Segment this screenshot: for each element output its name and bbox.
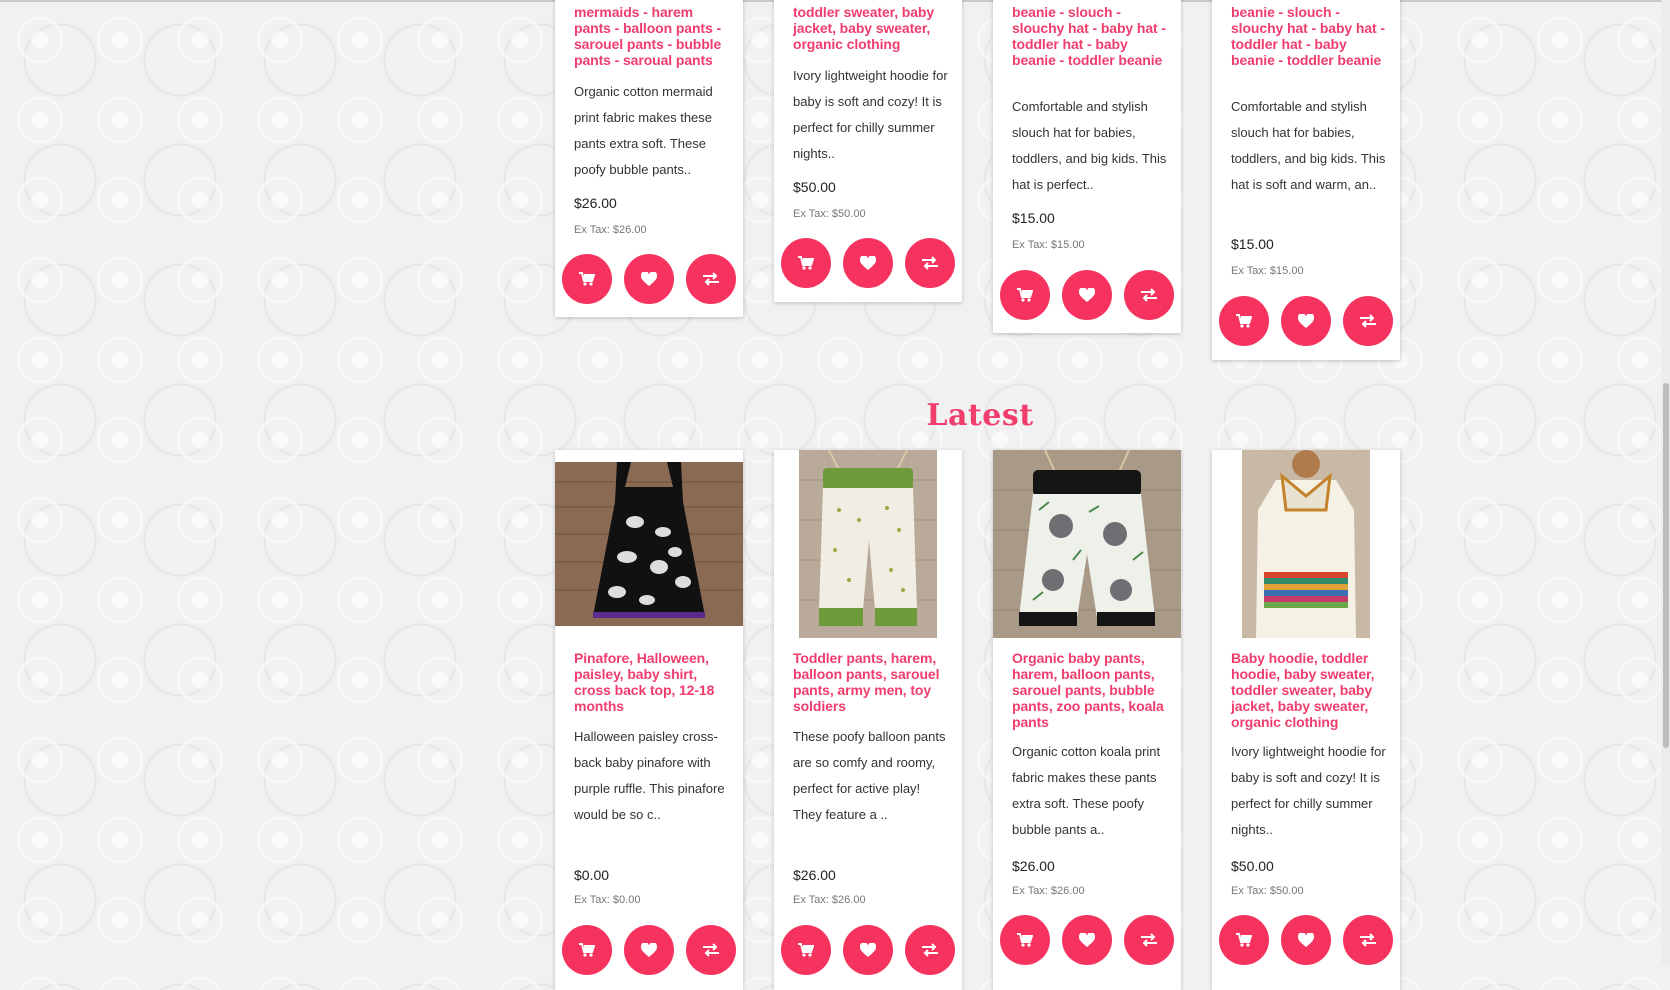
add-to-cart-button[interactable] — [1219, 296, 1269, 346]
heart-icon — [1079, 287, 1095, 302]
product-ex-tax: Ex Tax: $15.00 — [1231, 265, 1304, 277]
product-price: $15.00 — [1012, 210, 1055, 226]
compare-icon — [703, 272, 719, 286]
cart-icon — [579, 943, 595, 957]
add-to-wishlist-button[interactable] — [1281, 296, 1331, 346]
compare-icon — [1360, 314, 1376, 328]
product-name-link[interactable]: Baby hoodie, toddler hoodie, baby sweate… — [1231, 650, 1387, 730]
heart-icon — [1298, 932, 1314, 947]
compare-button[interactable] — [686, 254, 736, 304]
add-to-wishlist-button[interactable] — [624, 925, 674, 975]
product-price: $0.00 — [574, 867, 610, 883]
pinafore-photo — [555, 462, 743, 626]
product-name-link[interactable]: toddler sweater, baby jacket, baby sweat… — [793, 4, 949, 52]
product-card: Organic baby pants, harem, balloon pants… — [993, 450, 1181, 990]
add-to-wishlist-button[interactable] — [1062, 270, 1112, 320]
product-ex-tax: Ex Tax: $26.00 — [574, 224, 647, 236]
product-card: toddler sweater, baby jacket, baby sweat… — [774, 0, 962, 302]
product-price: $15.00 — [1231, 236, 1274, 252]
product-description: Comfortable and stylish slouch hat for b… — [1231, 99, 1386, 192]
product-card: Pinafore, Halloween, paisley, baby shirt… — [555, 450, 743, 990]
product-image[interactable] — [993, 450, 1181, 638]
compare-icon — [703, 943, 719, 957]
product-price: $26.00 — [793, 867, 836, 883]
add-to-cart-button[interactable] — [562, 254, 612, 304]
add-to-wishlist-button[interactable] — [1062, 915, 1112, 965]
add-to-cart-button[interactable] — [781, 238, 831, 288]
product-price: $50.00 — [1231, 858, 1274, 874]
product-image[interactable] — [555, 462, 743, 626]
product-name-link[interactable]: beanie - slouch - slouchy hat - baby hat… — [1012, 4, 1168, 68]
cart-icon — [1017, 933, 1033, 947]
add-to-cart-button[interactable] — [562, 925, 612, 975]
product-description: These poofy balloon pants are so comfy a… — [793, 729, 946, 822]
toddler-pants-photo — [799, 450, 937, 638]
heart-icon — [1298, 313, 1314, 328]
section-heading-latest: Latest — [926, 398, 1034, 433]
product-ex-tax: Ex Tax: $26.00 — [793, 894, 866, 906]
cart-icon — [579, 272, 595, 286]
add-to-wishlist-button[interactable] — [624, 254, 674, 304]
product-ex-tax: Ex Tax: $26.00 — [1012, 885, 1085, 897]
product-card: beanie - slouch - slouchy hat - baby hat… — [993, 0, 1181, 333]
product-ex-tax: Ex Tax: $50.00 — [1231, 885, 1304, 897]
compare-button[interactable] — [1124, 270, 1174, 320]
compare-icon — [1141, 933, 1157, 947]
heart-icon — [860, 942, 876, 957]
product-image[interactable] — [1242, 450, 1370, 638]
add-to-cart-button[interactable] — [1219, 915, 1269, 965]
product-description: Comfortable and stylish slouch hat for b… — [1012, 99, 1167, 192]
heart-icon — [860, 255, 876, 270]
cart-icon — [1017, 288, 1033, 302]
product-ex-tax: Ex Tax: $0.00 — [574, 894, 641, 906]
add-to-cart-button[interactable] — [781, 925, 831, 975]
baby-hoodie-photo — [1242, 450, 1370, 638]
compare-button[interactable] — [905, 238, 955, 288]
compare-icon — [1360, 933, 1376, 947]
page-scrollbar[interactable] — [1661, 0, 1670, 965]
compare-button[interactable] — [1343, 296, 1393, 346]
scrollbar-thumb[interactable] — [1663, 383, 1669, 748]
product-price: $50.00 — [793, 179, 836, 195]
compare-icon — [922, 943, 938, 957]
heart-icon — [641, 942, 657, 957]
koala-pants-photo — [993, 450, 1181, 638]
product-price: $26.00 — [574, 195, 617, 211]
compare-button[interactable] — [905, 925, 955, 975]
cart-icon — [798, 943, 814, 957]
product-description: Organic cotton koala print fabric makes … — [1012, 744, 1161, 837]
product-name-link[interactable]: Toddler pants, harem, balloon pants, sar… — [793, 650, 949, 714]
product-image[interactable] — [799, 450, 937, 638]
product-card: mermaids - harem pants - balloon pants -… — [555, 0, 743, 317]
product-ex-tax: Ex Tax: $50.00 — [793, 208, 866, 220]
product-ex-tax: Ex Tax: $15.00 — [1012, 239, 1085, 251]
product-card: Baby hoodie, toddler hoodie, baby sweate… — [1212, 450, 1400, 990]
product-name-link[interactable]: beanie - slouch - slouchy hat - baby hat… — [1231, 4, 1387, 68]
product-name-link[interactable]: Organic baby pants, harem, balloon pants… — [1012, 650, 1168, 730]
cart-icon — [798, 256, 814, 270]
heart-icon — [641, 271, 657, 286]
product-description: Halloween paisley cross-back baby pinafo… — [574, 729, 725, 822]
cart-icon — [1236, 314, 1252, 328]
product-description: Ivory lightweight hoodie for baby is sof… — [793, 68, 948, 161]
product-card: beanie - slouch - slouchy hat - baby hat… — [1212, 0, 1400, 360]
compare-icon — [922, 256, 938, 270]
compare-button[interactable] — [1124, 915, 1174, 965]
compare-button[interactable] — [1343, 915, 1393, 965]
product-name-link[interactable]: mermaids - harem pants - balloon pants -… — [574, 4, 730, 68]
cart-icon — [1236, 933, 1252, 947]
product-price: $26.00 — [1012, 858, 1055, 874]
compare-icon — [1141, 288, 1157, 302]
product-name-link[interactable]: Pinafore, Halloween, paisley, baby shirt… — [574, 650, 730, 714]
product-description: Ivory lightweight hoodie for baby is sof… — [1231, 744, 1386, 837]
compare-button[interactable] — [686, 925, 736, 975]
product-description: Organic cotton mermaid print fabric make… — [574, 84, 713, 177]
add-to-cart-button[interactable] — [1000, 270, 1050, 320]
add-to-wishlist-button[interactable] — [1281, 915, 1331, 965]
product-card: Toddler pants, harem, balloon pants, sar… — [774, 450, 962, 990]
add-to-wishlist-button[interactable] — [843, 238, 893, 288]
heart-icon — [1079, 932, 1095, 947]
add-to-wishlist-button[interactable] — [843, 925, 893, 975]
add-to-cart-button[interactable] — [1000, 915, 1050, 965]
